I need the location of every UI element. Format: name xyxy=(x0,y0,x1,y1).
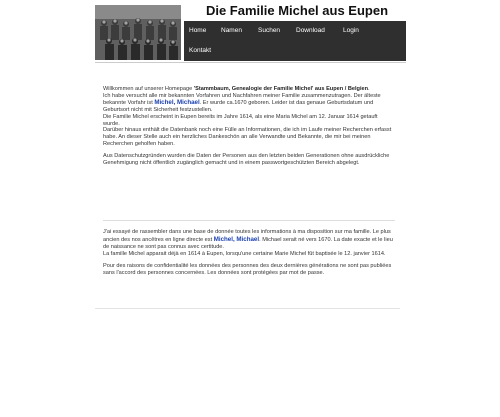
intro-end: . xyxy=(368,86,370,92)
german-intro: Willkommen auf unserer Homepage 'Stammba… xyxy=(103,86,395,172)
family-photo xyxy=(95,5,181,60)
site-title: Die Familie Michel aus Eupen xyxy=(205,3,389,18)
history-text: Die Familie Michel erscheint in Eupen be… xyxy=(103,113,378,127)
nav-download[interactable]: Download xyxy=(296,27,325,34)
fr-ancestor-link[interactable]: Michel, Michael xyxy=(214,236,259,243)
header-divider xyxy=(95,62,406,63)
nav-login[interactable]: Login xyxy=(343,27,359,34)
nav-home[interactable]: Home xyxy=(189,27,206,34)
database-text: Darüber hinaus enthält die Datenbank noc… xyxy=(103,127,392,148)
french-intro: J'ai essayé de rassembler dans une base … xyxy=(103,229,395,283)
nav-namen[interactable]: Namen xyxy=(221,27,242,34)
intro-text: Willkommen auf unserer Homepage xyxy=(103,86,194,92)
privacy-paragraph: Aus Datenschutzgründen wurden die Daten … xyxy=(103,153,390,167)
fr-paragraph-1: J'ai essayé de rassembler dans une base … xyxy=(103,229,395,258)
nav-kontakt[interactable]: Kontakt xyxy=(189,47,211,54)
intro-title: 'Stammbaum, Genealogie der Familie Miche… xyxy=(193,86,369,92)
intro-paragraph: Willkommen auf unserer Homepage 'Stammba… xyxy=(103,86,395,148)
main-navigation: Home Namen Suchen Download Login Kontakt xyxy=(184,21,406,61)
nav-suchen[interactable]: Suchen xyxy=(258,27,280,34)
footer-divider xyxy=(95,308,400,309)
language-separator xyxy=(103,220,395,221)
fr-privacy-paragraph: Pour des raisons de confidentialité les … xyxy=(103,263,392,277)
ancestor-link[interactable]: Michel, Michael xyxy=(154,99,199,106)
fr-history-text: La famille Michel apparait déjà en 1614 … xyxy=(103,251,386,258)
